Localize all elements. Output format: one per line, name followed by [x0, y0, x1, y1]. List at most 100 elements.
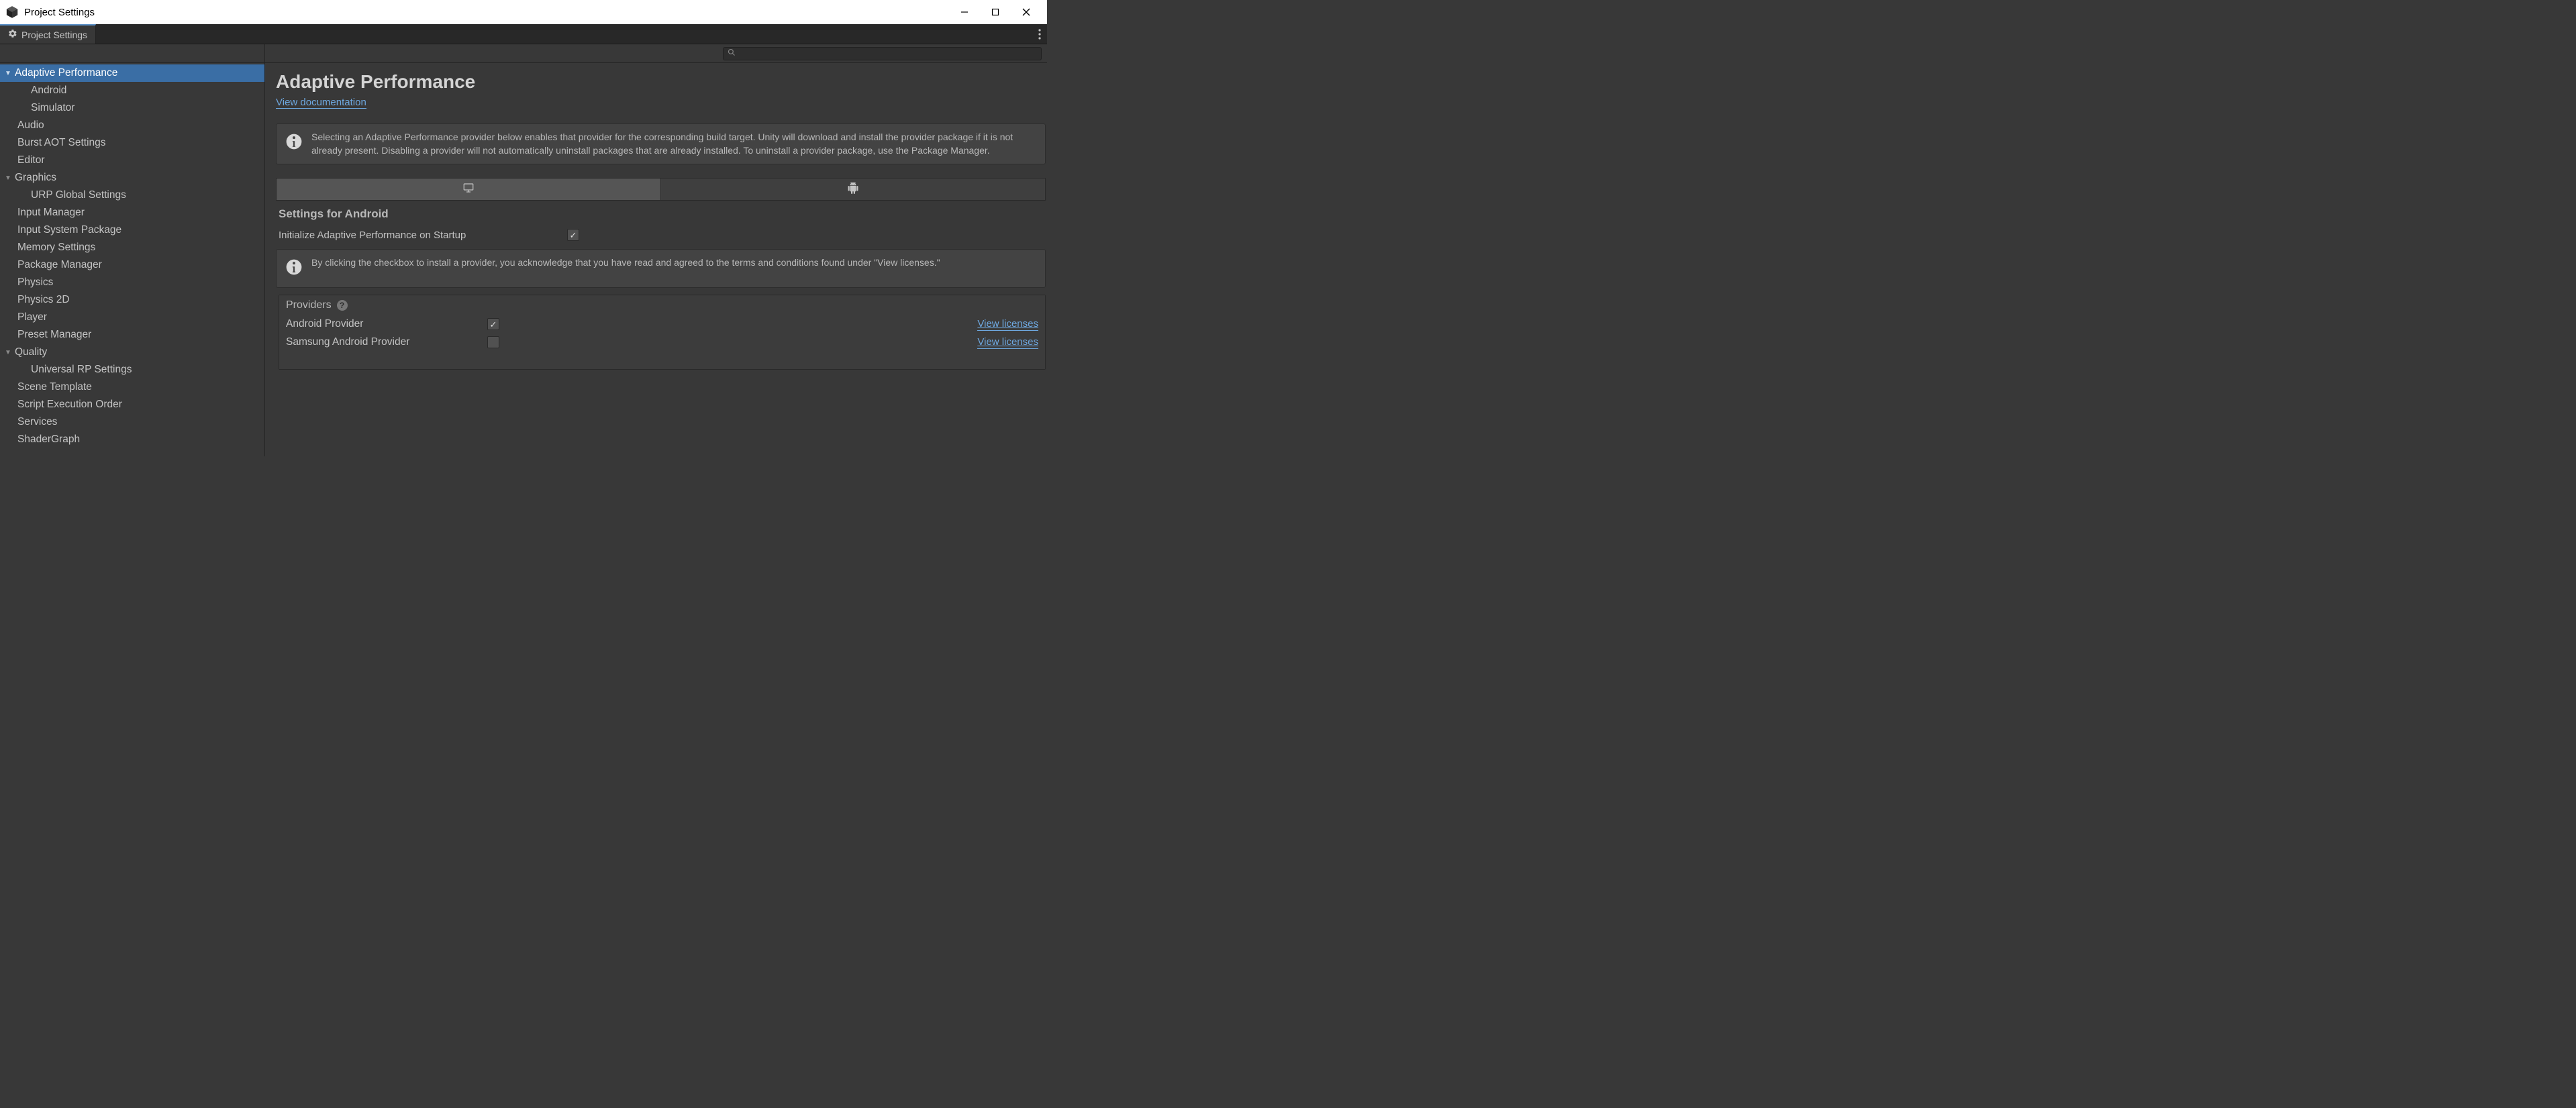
window-controls: [949, 2, 1042, 22]
sidebar-item-label: Preset Manager: [17, 329, 91, 341]
android-icon: [847, 182, 859, 197]
sidebar-item-shadergraph[interactable]: ShaderGraph: [0, 431, 264, 448]
window-title: Project Settings: [24, 7, 95, 18]
sidebar-item-label: Physics 2D: [17, 294, 70, 306]
sidebar-item-android[interactable]: Android: [0, 82, 264, 99]
page-heading: Adaptive Performance: [276, 71, 1047, 93]
kebab-menu-icon[interactable]: [1032, 24, 1047, 44]
provider-row: Samsung Android Provider View licenses: [279, 334, 1045, 352]
search-input[interactable]: [738, 49, 1037, 58]
sidebar-item-label: Scene Template: [17, 381, 92, 393]
view-licenses-link[interactable]: View licenses: [977, 336, 1038, 349]
search-row: [0, 44, 1047, 63]
doc-link-wrap: View documentation: [276, 97, 1047, 118]
minimize-button[interactable]: [949, 2, 980, 22]
sidebar-item-label: ShaderGraph: [17, 434, 80, 446]
gear-icon: [8, 29, 17, 40]
tab-bar: Project Settings: [0, 24, 1047, 44]
platform-tab-standalone[interactable]: [277, 179, 661, 200]
providers-list: Android ProviderView licensesSamsung And…: [279, 315, 1045, 352]
provider-name: Android Provider: [286, 318, 487, 330]
sidebar-item-label: Script Execution Order: [17, 399, 122, 411]
sidebar-item-preset-manager[interactable]: Preset Manager: [0, 326, 264, 344]
search-row-left: [0, 44, 265, 62]
sidebar-item-label: Burst AOT Settings: [17, 137, 106, 149]
sidebar-item-quality[interactable]: ▼Quality: [0, 344, 264, 361]
sidebar-item-label: Graphics: [15, 172, 56, 184]
sidebar-item-package-manager[interactable]: Package Manager: [0, 256, 264, 274]
search-box[interactable]: [723, 47, 1042, 60]
chevron-down-icon: ▼: [4, 349, 12, 356]
sidebar-item-scene-template[interactable]: Scene Template: [0, 379, 264, 396]
monitor-icon: [462, 182, 475, 197]
sidebar-item-graphics[interactable]: ▼Graphics: [0, 169, 264, 187]
search-row-right: [265, 47, 1044, 60]
unity-icon: [5, 5, 19, 19]
platform-tab-android[interactable]: [661, 179, 1045, 200]
sidebar-item-script-execution-order[interactable]: Script Execution Order: [0, 396, 264, 413]
content-panel: Adaptive Performance View documentation …: [265, 63, 1047, 456]
checkbox-provider[interactable]: [487, 318, 499, 330]
provider-row: Android Provider View licenses: [279, 315, 1045, 334]
info-icon: [285, 132, 303, 155]
sidebar-item-label: Services: [17, 416, 57, 428]
sidebar-item-label: Universal RP Settings: [31, 364, 132, 376]
sidebar-item-memory-settings[interactable]: Memory Settings: [0, 239, 264, 256]
info-text: Selecting an Adaptive Performance provid…: [311, 131, 1037, 157]
tabbar-spacer: [96, 24, 1032, 44]
sidebar-item-label: Simulator: [31, 102, 75, 114]
sidebar-item-label: Quality: [15, 346, 47, 358]
help-icon[interactable]: ?: [337, 300, 348, 311]
sidebar-item-editor[interactable]: Editor: [0, 152, 264, 169]
info-box-license: By clicking the checkbox to install a pr…: [276, 249, 1046, 288]
providers-header-label: Providers: [286, 299, 332, 311]
sidebar: ▼Adaptive PerformanceAndroidSimulatorAud…: [0, 63, 265, 456]
sidebar-item-label: Input Manager: [17, 207, 85, 219]
sidebar-item-input-manager[interactable]: Input Manager: [0, 204, 264, 221]
sidebar-item-audio[interactable]: Audio: [0, 117, 264, 134]
sidebar-item-player[interactable]: Player: [0, 309, 264, 326]
chevron-down-icon: ▼: [4, 174, 12, 182]
providers-footer: [279, 352, 1045, 369]
sidebar-item-label: URP Global Settings: [31, 189, 126, 201]
info-icon: [285, 258, 303, 281]
checkbox-initialize-on-startup[interactable]: [567, 229, 579, 241]
sidebar-item-urp-global-settings[interactable]: URP Global Settings: [0, 187, 264, 204]
sidebar-item-physics-2d[interactable]: Physics 2D: [0, 291, 264, 309]
view-licenses-link[interactable]: View licenses: [977, 318, 1038, 331]
sidebar-item-label: Package Manager: [17, 259, 102, 271]
provider-name: Samsung Android Provider: [286, 336, 487, 348]
platform-tabs: [276, 178, 1046, 201]
field-label-initialize: Initialize Adaptive Performance on Start…: [279, 230, 567, 241]
info-text-license: By clicking the checkbox to install a pr…: [311, 256, 940, 270]
sidebar-item-label: Audio: [17, 119, 44, 132]
sidebar-item-label: Memory Settings: [17, 242, 95, 254]
sidebar-item-burst-aot-settings[interactable]: Burst AOT Settings: [0, 134, 264, 152]
chevron-down-icon: ▼: [4, 70, 12, 77]
checkbox-provider[interactable]: [487, 336, 499, 348]
sidebar-item-services[interactable]: Services: [0, 413, 264, 431]
sidebar-item-adaptive-performance[interactable]: ▼Adaptive Performance: [0, 64, 264, 82]
search-icon: [728, 48, 736, 60]
sidebar-item-label: Android: [31, 85, 66, 97]
tab-project-settings[interactable]: Project Settings: [0, 24, 96, 44]
window: Project Settings Project Settings: [0, 0, 1047, 456]
sidebar-item-simulator[interactable]: Simulator: [0, 99, 264, 117]
info-box-provider-install: Selecting an Adaptive Performance provid…: [276, 123, 1046, 164]
sidebar-item-label: Adaptive Performance: [15, 67, 117, 79]
titlebar: Project Settings: [0, 0, 1047, 24]
tab-label: Project Settings: [21, 30, 87, 40]
platform-section-title: Settings for Android: [279, 207, 1047, 221]
view-documentation-link[interactable]: View documentation: [276, 97, 366, 109]
maximize-button[interactable]: [980, 2, 1011, 22]
sidebar-item-label: Input System Package: [17, 224, 121, 236]
providers-header: Providers ?: [279, 295, 1045, 315]
sidebar-item-label: Physics: [17, 276, 53, 289]
sidebar-item-universal-rp-settings[interactable]: Universal RP Settings: [0, 361, 264, 379]
sidebar-item-input-system-package[interactable]: Input System Package: [0, 221, 264, 239]
field-initialize-on-startup: Initialize Adaptive Performance on Start…: [276, 228, 1047, 249]
close-button[interactable]: [1011, 2, 1042, 22]
providers-box: Providers ? Android Provider View license…: [279, 295, 1046, 370]
sidebar-item-label: Player: [17, 311, 47, 323]
sidebar-item-physics[interactable]: Physics: [0, 274, 264, 291]
